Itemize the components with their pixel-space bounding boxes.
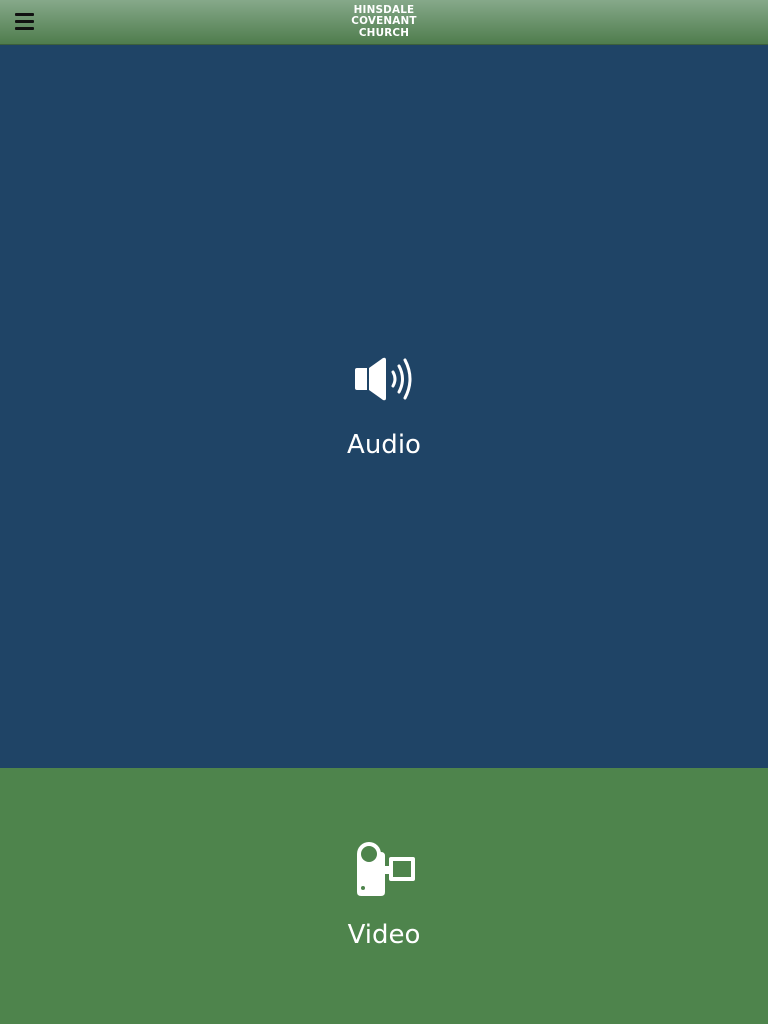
audio-panel[interactable]: Audio [0, 44, 768, 768]
audio-label: Audio [347, 430, 421, 460]
logo-line: COVENANT [351, 15, 417, 28]
church-logo: HINSDALE COVENANT CHURCH [0, 4, 768, 39]
speaker-icon [0, 356, 768, 402]
video-camera-icon [0, 840, 768, 898]
top-bar: HINSDALE COVENANT CHURCH [0, 0, 768, 45]
video-panel[interactable]: Video [0, 768, 768, 1024]
video-label: Video [347, 920, 421, 950]
app-screen: HINSDALE COVENANT CHURCH Audio Video [0, 0, 768, 1024]
logo-line: CHURCH [358, 26, 410, 39]
